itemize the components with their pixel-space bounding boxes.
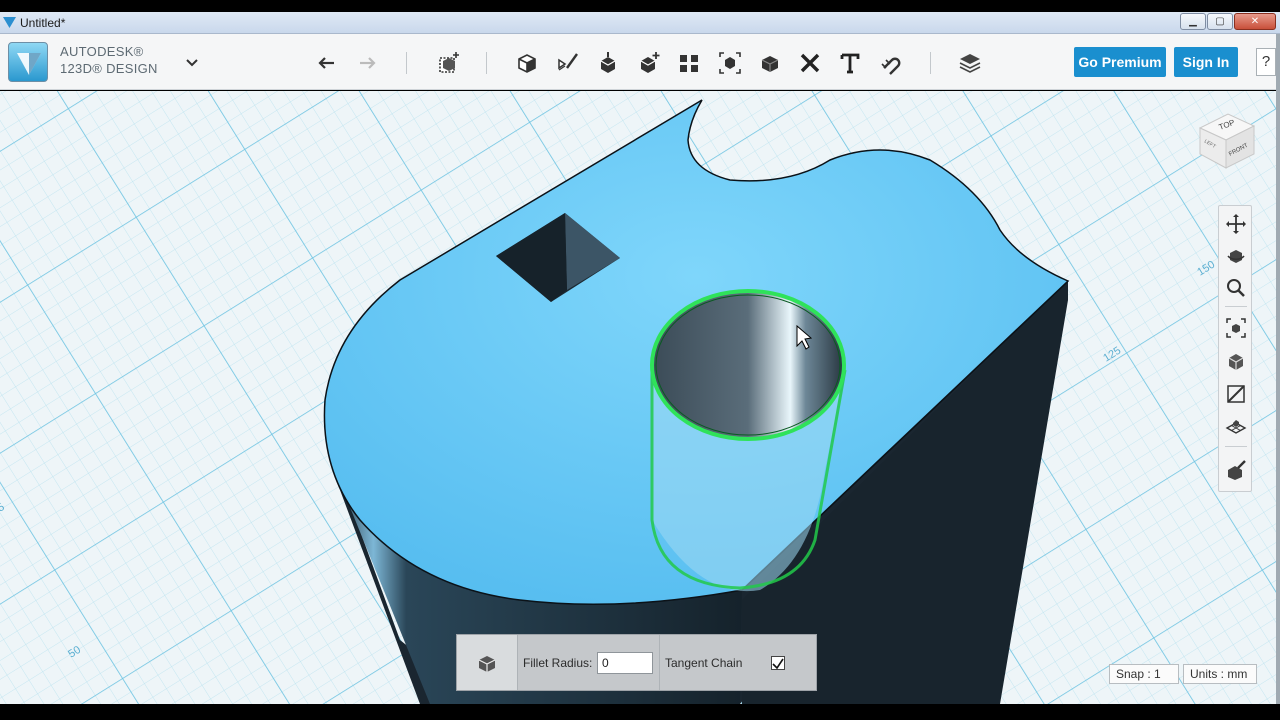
help-button[interactable]: ? [1256,48,1276,76]
navbar-divider [1225,306,1247,307]
logo-icon [17,53,41,75]
minimize-button[interactable]: ▁ [1180,13,1206,30]
close-button[interactable]: ✕ [1234,13,1276,30]
snap-magnet-icon[interactable] [877,50,903,76]
fillet-radius-input[interactable]: 0 [597,652,653,674]
fit-icon[interactable] [1224,316,1248,340]
top-letterbox [0,0,1280,12]
app-logo[interactable] [8,42,48,82]
transform-icon[interactable] [436,50,462,76]
view-mode-icon[interactable] [1224,350,1248,374]
scene-canvas[interactable]: 150 125 100 75 50 5 [0,91,1276,704]
3d-viewport[interactable]: 150 125 100 75 50 5 [0,91,1276,704]
fillet-tool-cell[interactable] [457,635,518,690]
main-toolbar: AUTODESK® 123D® DESIGN Go Premium Sign I… [0,34,1276,90]
viewcube[interactable]: TOP FRONT LEFT [1192,100,1262,172]
tangent-chain-label: Tangent Chain [665,656,743,670]
orbit-icon[interactable] [1224,244,1248,268]
redo-icon[interactable] [354,50,380,76]
material-layers-icon[interactable] [957,50,983,76]
toolbar-divider [930,52,931,74]
undo-icon[interactable] [314,50,340,76]
brand-autodesk: AUTODESK® [60,44,144,59]
zoom-icon[interactable] [1224,276,1248,300]
fillet-panel: Fillet Radius: 0 Tangent Chain [456,634,817,691]
bottom-letterbox [0,704,1280,720]
units-status[interactable]: Units : mm [1183,664,1257,684]
checkmark-icon [772,658,784,670]
fillet-radius-label: Fillet Radius: [523,656,593,670]
pattern-icon[interactable] [676,50,702,76]
sketch-icon[interactable] [555,50,581,76]
maximize-button[interactable]: ▢ [1207,13,1233,30]
app-icon [3,17,16,28]
combine-icon[interactable] [757,50,783,76]
snap-status[interactable]: Snap : 1 [1109,664,1179,684]
toolbar-divider [486,52,487,74]
grouping-icon[interactable] [717,50,743,76]
panel-divider [659,635,660,690]
brand-product: 123D® DESIGN [60,61,158,76]
window-titlebar: Untitled* ▁ ▢ ✕ [0,12,1280,34]
toolbar-divider [406,52,407,74]
material-icon[interactable] [1224,458,1248,482]
grid-icon[interactable] [1224,414,1248,438]
navigation-bar [1218,205,1252,492]
chevron-down-icon[interactable] [184,54,200,70]
fillet-icon [478,656,496,672]
construct-icon[interactable] [595,50,621,76]
text-icon[interactable] [837,50,863,76]
pan-icon[interactable] [1224,212,1248,236]
visibility-icon[interactable] [1224,382,1248,406]
navbar-divider [1225,446,1247,447]
primitives-icon[interactable] [514,50,540,76]
window-title: Untitled* [20,16,66,30]
tangent-chain-checkbox[interactable] [771,656,785,670]
modify-icon[interactable] [636,50,662,76]
go-premium-button[interactable]: Go Premium [1074,47,1166,77]
sign-in-button[interactable]: Sign In [1174,47,1238,77]
measure-icon[interactable] [797,50,823,76]
window-scrollbar[interactable] [1276,34,1280,704]
